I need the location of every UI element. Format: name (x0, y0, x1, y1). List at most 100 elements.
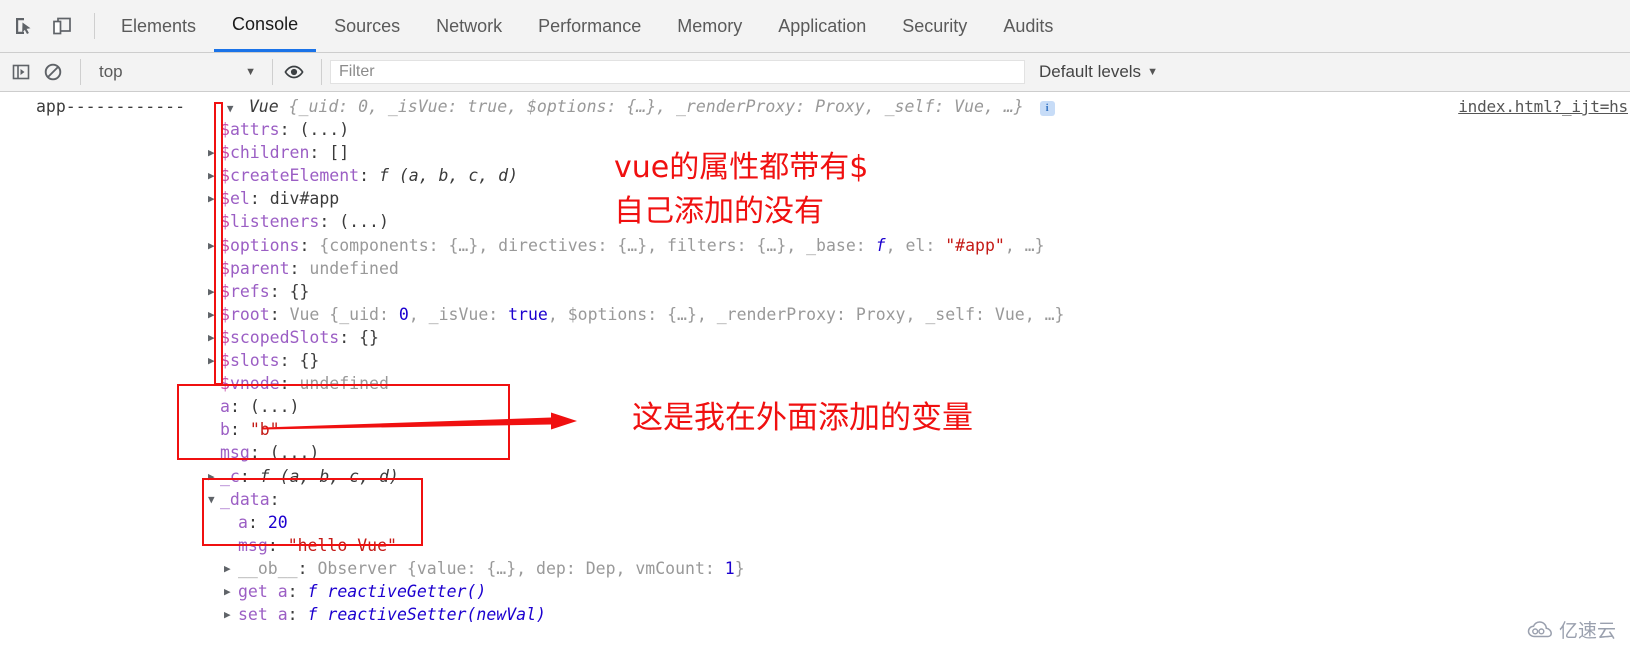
property-separator: : (319, 212, 339, 231)
console-sidebar-icon[interactable] (8, 59, 34, 85)
disclosure-triangle-icon[interactable]: ▶ (208, 280, 220, 303)
tab-application[interactable]: Application (760, 0, 884, 52)
clear-console-icon[interactable] (40, 59, 66, 85)
property-separator: : (288, 582, 308, 601)
disclosure-triangle-icon[interactable]: ▶ (208, 326, 220, 349)
value-part: 20 (268, 513, 288, 532)
property-value: f (a, b, c, d) (379, 166, 518, 185)
log-label: app------------ (36, 97, 185, 116)
tab-security[interactable]: Security (884, 0, 985, 52)
property-value: {} (299, 351, 319, 370)
property-key: set a (238, 605, 288, 624)
value-part: , _isVue: (409, 305, 508, 324)
filterbar-divider-3 (321, 59, 322, 85)
property-entry: get a: f reactiveGetter() (238, 580, 486, 603)
disclosure-triangle-icon[interactable]: ▶ (208, 164, 220, 187)
property-entry: $vnode: undefined (220, 372, 389, 395)
live-expression-eye-icon[interactable] (281, 59, 307, 85)
log-levels-label: Default levels (1039, 62, 1141, 82)
toolbar-divider (94, 13, 95, 39)
info-icon[interactable]: i (1040, 101, 1055, 116)
value-part: "#app" (945, 236, 1005, 255)
object-preview: {_uid: 0, _isVue: true, $options: {…}, _… (289, 97, 1024, 116)
property-separator: : (339, 328, 359, 347)
property-key-sigil: $ (220, 328, 230, 347)
value-part: {} (299, 351, 319, 370)
value-part: (...) (270, 443, 320, 462)
device-toolbar-icon[interactable] (48, 12, 76, 40)
property-key: _c (220, 467, 240, 486)
tab-label: Application (778, 16, 866, 37)
property-entry: msg: "hello Vue" (238, 534, 397, 557)
value-part: div#app (270, 189, 340, 208)
property-entry: $scopedSlots: {} (220, 326, 379, 349)
property-separator: : (280, 374, 300, 393)
console-output: index.html?_ijt=hs app------------ ▼ Vue… (0, 92, 1630, 649)
value-part: f reactiveSetter(newVal) (308, 605, 546, 624)
property-entry: set a: f reactiveSetter(newVal) (238, 603, 546, 626)
property-entry: $attrs: (...) (220, 118, 349, 141)
disclosure-triangle-icon[interactable]: ▶ (224, 557, 236, 580)
value-part: 1 (725, 559, 735, 578)
property-key: createElement (230, 166, 359, 185)
property-value: 20 (268, 513, 288, 532)
tab-performance[interactable]: Performance (520, 0, 659, 52)
property-value: Vue {_uid: 0, _isVue: true, $options: {…… (290, 305, 1065, 324)
property-entry: $el: div#app (220, 187, 339, 210)
inspect-cursor-icon[interactable] (10, 12, 38, 40)
value-part: f (a, b, c, d) (379, 166, 518, 185)
tab-label: Security (902, 16, 967, 37)
property-value: (...) (250, 397, 300, 416)
disclosure-triangle-icon[interactable]: ▶ (224, 580, 236, 603)
annotation-note-1-line-2: 自己添加的没有 (614, 186, 824, 230)
disclosure-triangle-open-icon[interactable]: ▼ (208, 488, 220, 511)
log-levels-select[interactable]: Default levels ▼ (1039, 62, 1158, 82)
value-part: , …} (1005, 236, 1045, 255)
property-entry: b: "b" (220, 418, 280, 441)
property-key-sigil: $ (220, 143, 230, 162)
console-log-entry[interactable]: app------------ ▼ Vue {_uid: 0, _isVue: … (36, 95, 1055, 120)
property-value: [] (329, 143, 349, 162)
console-filter-bar: top ▼ Default levels ▼ (0, 53, 1630, 92)
property-key: el (230, 189, 250, 208)
property-entry: msg: (...) (220, 441, 319, 464)
disclosure-triangle-icon[interactable]: ▶ (208, 187, 220, 210)
property-key: listeners (230, 212, 319, 231)
value-part: f reactiveGetter() (308, 582, 487, 601)
disclosure-triangle-icon[interactable]: ▶ (208, 234, 220, 257)
tab-audits[interactable]: Audits (985, 0, 1071, 52)
property-value: f reactiveGetter() (308, 582, 487, 601)
chevron-down-icon: ▼ (245, 66, 256, 78)
property-key: a (238, 513, 248, 532)
filter-input[interactable] (330, 60, 1025, 84)
property-entry: a: 20 (238, 511, 288, 534)
tool-icon-group (0, 12, 103, 40)
disclosure-triangle-icon[interactable]: ▶ (208, 141, 220, 164)
property-key: a (220, 397, 230, 416)
tab-label: Network (436, 16, 502, 37)
disclosure-triangle-icon[interactable]: ▶ (208, 465, 220, 488)
watermark-text: 亿速云 (1559, 616, 1616, 643)
disclosure-triangle-icon[interactable]: ▶ (208, 303, 220, 326)
tab-sources[interactable]: Sources (316, 0, 418, 52)
property-value: (...) (270, 443, 320, 462)
property-key: slots (230, 351, 280, 370)
tab-network[interactable]: Network (418, 0, 520, 52)
property-value: {} (359, 328, 379, 347)
disclosure-triangle-icon[interactable]: ▶ (208, 349, 220, 372)
property-separator: : (309, 143, 329, 162)
disclosure-triangle-icon[interactable]: ▶ (224, 603, 236, 626)
execution-context-select[interactable]: top ▼ (89, 59, 264, 85)
property-entry: _data: (220, 488, 280, 511)
property-separator: : (298, 559, 318, 578)
tab-elements[interactable]: Elements (103, 0, 214, 52)
value-part: undefined (309, 259, 398, 278)
property-value: Observer {value: {…}, dep: Dep, vmCount:… (317, 559, 744, 578)
property-key-sigil: $ (220, 351, 230, 370)
tab-console[interactable]: Console (214, 0, 316, 52)
source-link[interactable]: index.html?_ijt=hs (1458, 97, 1628, 116)
property-key-sigil: $ (220, 282, 230, 301)
tab-memory[interactable]: Memory (659, 0, 760, 52)
property-key-sigil: $ (220, 259, 230, 278)
disclosure-triangle-open-icon[interactable]: ▼ (227, 97, 239, 120)
